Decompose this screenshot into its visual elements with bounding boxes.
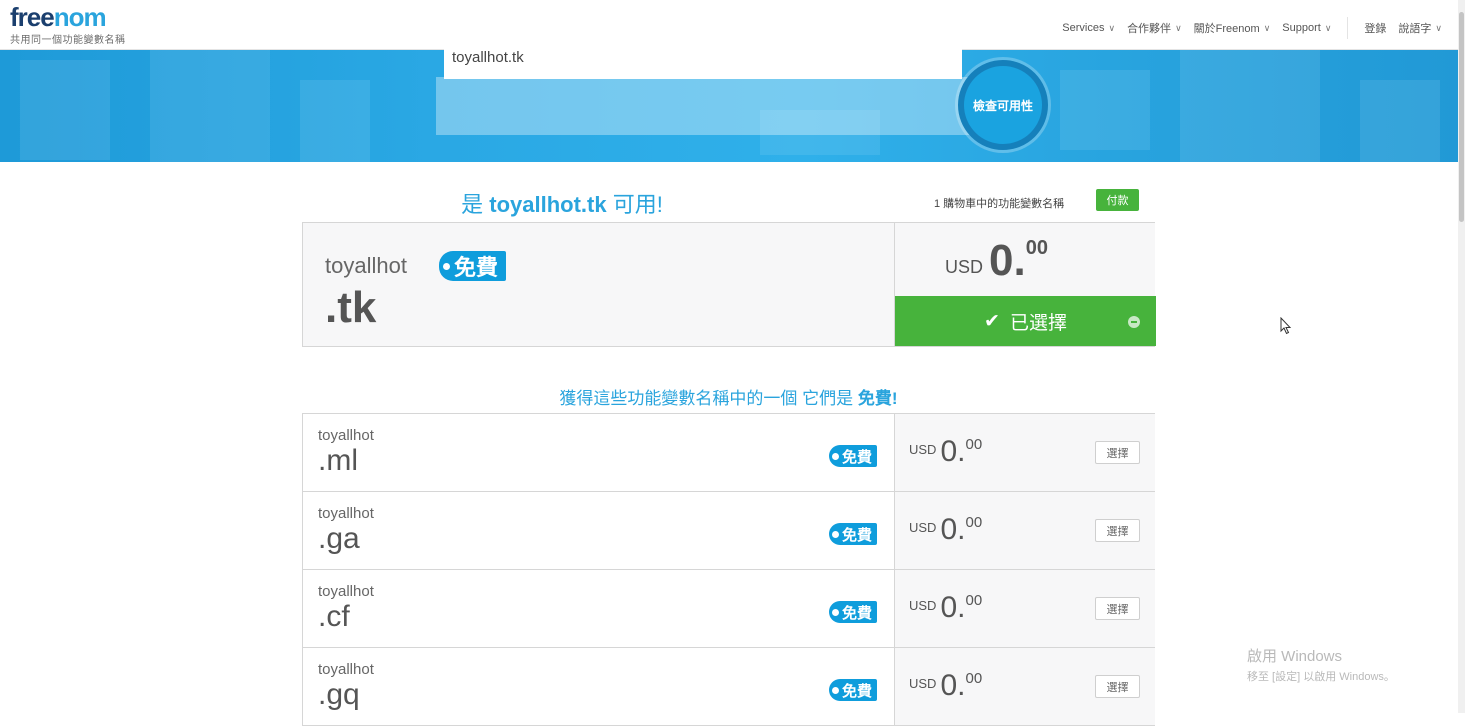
select-button[interactable]: 選擇 — [1095, 675, 1140, 698]
selected-domain-card: toyallhot 免費 .tk USD 0. 00 ✔ 已選擇 — [302, 222, 1156, 347]
select-button[interactable]: 選擇 — [1095, 519, 1140, 542]
price: USD 0. 00 — [909, 435, 983, 468]
alternative-domains-list: toyallhot .ml 免費 USD 0. 00 選擇 toyallhot .g… — [302, 413, 1155, 726]
domain-tld: .tk — [325, 283, 377, 332]
free-badge: 免費 — [828, 679, 877, 701]
price: USD 0. 00 — [945, 236, 1048, 285]
domain-name: toyallhot — [318, 583, 374, 600]
price-cell: USD 0. 00 選擇 — [894, 648, 1155, 725]
logo-tagline: 共用同一個功能變數名稱 — [10, 35, 126, 46]
chevron-down-icon: ∨ — [1435, 22, 1442, 33]
dot-icon — [831, 686, 839, 694]
windows-activation-watermark: 啟用 Windows 移至 [設定] 以啟用 Windows。 — [1247, 648, 1395, 683]
check-icon: ✔ — [984, 310, 1000, 332]
price: USD 0. 00 — [909, 669, 983, 702]
domain-name: toyallhot — [318, 661, 374, 678]
domain-name: toyallhot — [318, 427, 374, 444]
selected-domain-info: toyallhot 免費 .tk — [303, 223, 894, 346]
list-item: toyallhot .gq 免費 USD 0. 00 選擇 — [303, 648, 1155, 726]
domain-tld: .ga — [318, 522, 360, 555]
language-selector[interactable]: 說語字 ∨ — [1398, 20, 1442, 36]
availability-title: 是 toyallhot.tk 可用! — [461, 192, 663, 217]
dot-icon — [831, 452, 839, 460]
scrollbar-thumb[interactable] — [1459, 12, 1464, 222]
price: USD 0. 00 — [909, 591, 983, 624]
nav-divider — [1347, 17, 1349, 39]
logo-wordmark: freenom — [10, 2, 107, 32]
selected-domain-price: USD 0. 00 ✔ 已選擇 — [894, 223, 1156, 346]
chevron-down-icon: ∨ — [1108, 22, 1116, 33]
free-badge: 免費 — [828, 523, 877, 545]
dot-icon — [831, 608, 839, 616]
domain-search-input[interactable] — [444, 35, 962, 79]
page-scrollbar[interactable] — [1458, 0, 1465, 713]
nav-about[interactable]: 關於Freenom ∨ — [1194, 20, 1271, 36]
domain-name: toyallhot — [318, 505, 374, 522]
price-cell: USD 0. 00 選擇 — [894, 570, 1155, 647]
freenom-logo[interactable]: freenom 共用同一個功能變數名稱 — [10, 4, 126, 46]
main-nav: Services ∨ 合作夥伴 ∨ 關於Freenom ∨ Support ∨ 登錄 說… — [1050, 17, 1442, 39]
chevron-down-icon: ∨ — [1263, 22, 1271, 33]
domain-name: toyallhot — [325, 253, 407, 278]
domain-tld: .cf — [318, 600, 350, 633]
list-item: toyallhot .cf 免費 USD 0. 00 選擇 — [303, 570, 1155, 648]
price: USD 0. 00 — [909, 513, 983, 546]
nav-services[interactable]: Services ∨ — [1062, 22, 1115, 34]
domain-tld: .ml — [318, 444, 358, 477]
cart-count: 1 購物車中的功能變數名稱 — [934, 198, 1065, 210]
remove-icon[interactable] — [1128, 316, 1140, 328]
chevron-down-icon: ∨ — [1175, 22, 1182, 33]
list-item: toyallhot .ga 免費 USD 0. 00 選擇 — [303, 492, 1155, 570]
price-cell: USD 0. 00 選擇 — [894, 414, 1155, 491]
free-badge: 免費 — [828, 445, 877, 467]
dot-icon — [443, 262, 450, 270]
mouse-cursor-icon — [1280, 317, 1292, 335]
chevron-down-icon: ∨ — [1324, 22, 1332, 33]
login-link[interactable]: 登錄 — [1364, 20, 1386, 36]
free-badge: 免費 — [828, 601, 877, 623]
price-cell: USD 0. 00 選擇 — [894, 492, 1155, 569]
free-badge: 免費 — [439, 251, 507, 281]
nav-partners[interactable]: 合作夥伴 ∨ — [1127, 20, 1182, 36]
list-item: toyallhot .ml 免費 USD 0. 00 選擇 — [303, 414, 1155, 492]
checkout-button[interactable]: 付款 — [1096, 189, 1139, 211]
domain-tld: .gq — [318, 678, 360, 711]
search-box-frame — [436, 77, 1034, 135]
select-button[interactable]: 選擇 — [1095, 597, 1140, 620]
check-availability-button[interactable]: 檢查可用性 — [958, 60, 1048, 150]
selected-button[interactable]: ✔ 已選擇 — [895, 296, 1156, 346]
alternatives-title: 獲得這些功能變數名稱中的一個 它們是 免費! — [559, 389, 898, 408]
nav-support[interactable]: Support ∨ — [1282, 22, 1331, 34]
select-button[interactable]: 選擇 — [1095, 441, 1140, 464]
dot-icon — [831, 530, 839, 538]
